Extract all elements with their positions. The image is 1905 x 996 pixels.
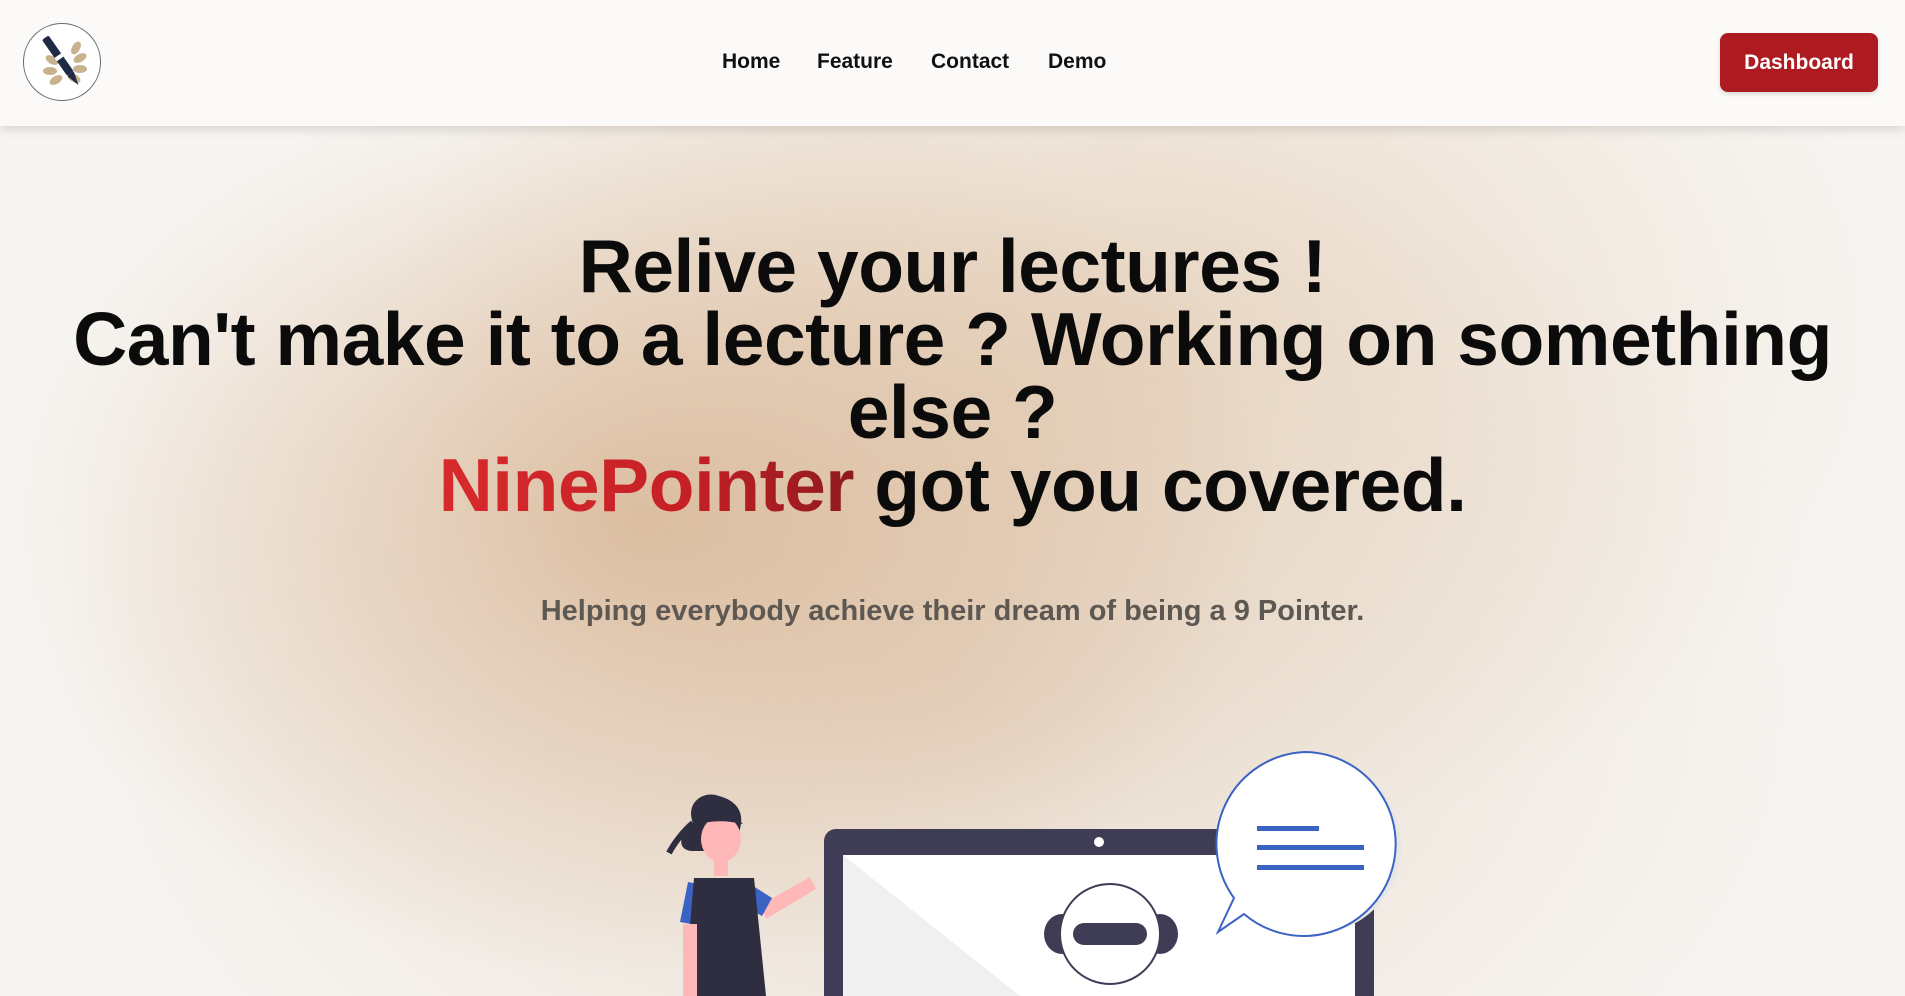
nav-feature[interactable]: Feature [817,50,893,74]
nav-home[interactable]: Home [722,50,780,74]
nav-contact[interactable]: Contact [931,50,1009,74]
hero-illustration [666,750,1401,996]
dashboard-button[interactable]: Dashboard [1720,33,1878,92]
logo[interactable] [23,23,101,101]
person-illustration [666,794,816,996]
top-navbar: Home Feature Contact Demo Dashboard [0,0,1905,126]
pen-feather-logo-icon [42,36,87,86]
chat-bubble-icon [1215,750,1401,937]
main-nav: Home Feature Contact Demo [0,0,1905,126]
nav-demo[interactable]: Demo [1048,50,1106,74]
